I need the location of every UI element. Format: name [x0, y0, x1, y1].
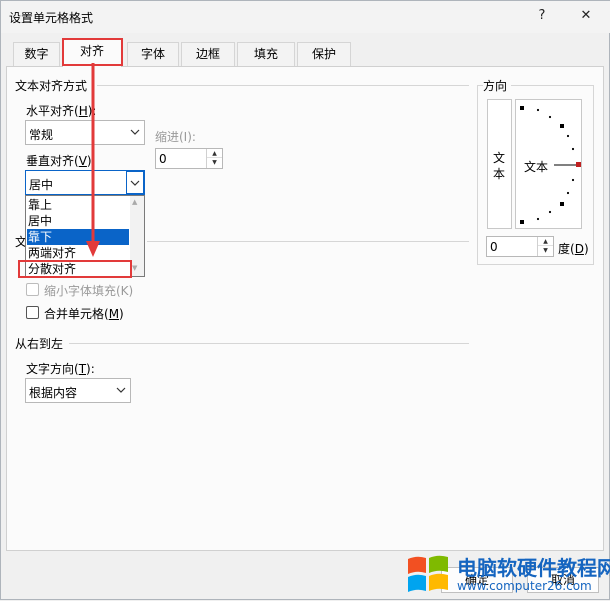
site-watermark: 电脑软硬件教程网 www.computer26.com [403, 549, 610, 601]
tab-number[interactable]: 数字 [13, 42, 60, 66]
vertical-text-button[interactable]: 文 本 [487, 99, 512, 229]
tab-border[interactable]: 边框 [181, 42, 235, 66]
text-direction-select[interactable]: 根据内容 [25, 378, 131, 403]
close-button[interactable]: ✕ [574, 5, 598, 27]
text-direction-value: 根据内容 [29, 386, 78, 400]
degrees-spin-buttons: ▲ ▼ [537, 237, 553, 256]
text-alignment-group-label: 文本对齐方式 [15, 77, 92, 94]
shrink-to-fit-label: 缩小字体填充(K) [44, 284, 134, 298]
group-divider [147, 241, 469, 242]
degrees-label: 度(D) [558, 242, 589, 256]
spin-down-icon[interactable]: ▼ [207, 158, 222, 167]
chevron-down-icon [112, 379, 130, 402]
option-center[interactable]: 居中 [27, 213, 129, 229]
option-top[interactable]: 靠上 [27, 197, 129, 213]
option-highlight-box [18, 260, 132, 278]
scroll-down-icon[interactable]: ▼ [132, 264, 137, 272]
group-divider [97, 85, 469, 86]
dropdown-scrollbar[interactable]: ▲ ▼ [130, 196, 144, 276]
option-bottom[interactable]: 靠下 [27, 229, 129, 245]
orientation-group-label: 方向 [483, 77, 512, 94]
title-bar: 设置单元格格式 ? ✕ [1, 1, 610, 33]
dial-text-sample: 文本 [524, 160, 549, 174]
format-cells-dialog: 设置单元格格式 ? ✕ 数字 对齐 字体 边框 填充 保护 文本对齐方式 水平对… [0, 0, 610, 600]
tab-font[interactable]: 字体 [127, 42, 179, 66]
indent-spin-buttons: ▲ ▼ [206, 149, 222, 168]
spin-up-icon[interactable]: ▲ [207, 149, 222, 158]
indent-value: 0 [159, 152, 167, 166]
indent-spinner[interactable]: 0 ▲ ▼ [155, 148, 223, 169]
chevron-down-icon [126, 121, 144, 144]
option-justify[interactable]: 两端对齐 [27, 245, 129, 261]
watermark-title: 电脑软硬件教程网 [457, 556, 610, 580]
help-button[interactable]: ? [530, 5, 554, 27]
tab-fill[interactable]: 填充 [237, 42, 295, 66]
annotation-arrow [86, 63, 100, 257]
horizontal-align-value: 常规 [29, 128, 54, 142]
tab-protection[interactable]: 保护 [297, 42, 351, 66]
vertical-align-value: 居中 [29, 178, 54, 192]
orientation-dial[interactable]: 文本 [515, 99, 582, 229]
indent-label: 缩进(I): [155, 130, 196, 144]
dialog-title: 设置单元格格式 [9, 11, 94, 25]
text-direction-label: 文字方向(T): [26, 362, 95, 376]
spin-down-icon[interactable]: ▼ [538, 246, 553, 255]
chevron-down-icon [126, 171, 144, 194]
group-divider [69, 343, 469, 344]
scroll-up-icon[interactable]: ▲ [132, 198, 137, 206]
merge-cells-label: 合并单元格(M) [44, 307, 124, 321]
degrees-spinner[interactable]: 0 ▲ ▼ [486, 236, 554, 257]
spin-up-icon[interactable]: ▲ [538, 237, 553, 246]
merge-cells-checkbox[interactable] [26, 306, 39, 319]
shrink-to-fit-checkbox[interactable] [26, 283, 39, 296]
vertical-text-sample: 文 本 [493, 151, 506, 181]
degrees-value: 0 [490, 240, 498, 254]
watermark-url: www.computer26.com [457, 579, 592, 593]
rtl-group-label: 从右到左 [15, 335, 68, 352]
windows-logo-icon [408, 555, 448, 592]
